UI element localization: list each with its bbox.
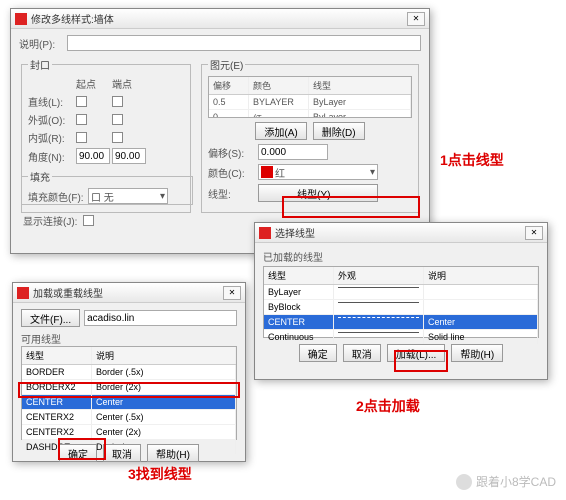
load-button[interactable]: 加载(L)... bbox=[387, 344, 446, 362]
outer-start-check[interactable] bbox=[76, 114, 87, 125]
lt-row[interactable]: ContinuousSolid line bbox=[264, 330, 538, 345]
add-button[interactable]: 添加(A) bbox=[255, 122, 306, 140]
lt-row[interactable]: ByBlock bbox=[264, 300, 538, 315]
ok-button[interactable]: 确定 bbox=[299, 344, 337, 362]
lt-row[interactable]: BORDERBorder (.5x) bbox=[22, 365, 236, 380]
elem-row[interactable]: 0.5 BYLAYER ByLayer bbox=[209, 95, 411, 110]
watermark: 跟着小8学CAD bbox=[456, 473, 556, 490]
filename-input[interactable] bbox=[84, 310, 237, 326]
dlg2-title: 选择线型 bbox=[275, 225, 523, 240]
col-end: 端点 bbox=[112, 76, 148, 91]
color-label: 颜色(C): bbox=[208, 165, 258, 180]
avail-label: 可用线型 bbox=[21, 331, 237, 346]
callout-1: 1点击线型 bbox=[440, 150, 504, 170]
row-outer: 外弧(O): bbox=[28, 112, 76, 127]
fillcolor-label: 填充颜色(F): bbox=[28, 189, 88, 204]
app-icon bbox=[259, 227, 271, 239]
desc-input[interactable] bbox=[67, 35, 421, 51]
cancel-button[interactable]: 取消 bbox=[103, 444, 141, 462]
cap-legend: 封口 bbox=[28, 57, 52, 72]
showjoin-label: 显示连接(J): bbox=[23, 213, 83, 228]
row-inner: 内弧(R): bbox=[28, 130, 76, 145]
help-button[interactable]: 帮助(H) bbox=[147, 444, 199, 462]
callout-3: 3找到线型 bbox=[128, 464, 192, 484]
hdr-offset: 偏移 bbox=[209, 77, 249, 94]
wechat-icon bbox=[456, 474, 472, 490]
callout-2: 2点击加载 bbox=[356, 396, 420, 416]
close-icon[interactable]: ✕ bbox=[223, 286, 241, 300]
offset-label: 偏移(S): bbox=[208, 145, 258, 160]
app-icon bbox=[15, 13, 27, 25]
row-angle: 角度(N): bbox=[28, 149, 76, 164]
lt-row[interactable]: CENTERX2Center (2x) bbox=[22, 425, 236, 440]
angle-start-input[interactable] bbox=[76, 148, 110, 164]
hdr-desc: 说明 bbox=[424, 267, 538, 284]
cancel-button[interactable]: 取消 bbox=[343, 344, 381, 362]
hdr-lt: 线型 bbox=[264, 267, 334, 284]
dlg1-title: 修改多线样式:墙体 bbox=[31, 11, 405, 26]
outer-end-check[interactable] bbox=[112, 114, 123, 125]
hdr-lt: 线型 bbox=[22, 347, 92, 364]
offset-input[interactable] bbox=[258, 144, 328, 160]
inner-end-check[interactable] bbox=[112, 132, 123, 143]
elem-row[interactable]: 0 红 ByLayer bbox=[209, 110, 411, 118]
app-icon bbox=[17, 287, 29, 299]
help-button[interactable]: 帮助(H) bbox=[451, 344, 503, 362]
fillcolor-select[interactable]: 口 无▾ bbox=[88, 188, 168, 204]
lt-row[interactable]: BORDERX2Border (2x) bbox=[22, 380, 236, 395]
fill-legend: 填充 bbox=[28, 169, 52, 184]
hdr-look: 外观 bbox=[334, 267, 424, 284]
file-button[interactable]: 文件(F)... bbox=[21, 309, 80, 327]
hdr-desc: 说明 bbox=[92, 347, 236, 364]
lt-label: 线型: bbox=[208, 186, 258, 201]
close-icon[interactable]: ✕ bbox=[525, 226, 543, 240]
ok-button[interactable]: 确定 bbox=[59, 444, 97, 462]
showjoin-check[interactable] bbox=[83, 215, 94, 226]
lt-row-selected[interactable]: CENTERCenter bbox=[264, 315, 538, 330]
col-start: 起点 bbox=[76, 76, 112, 91]
desc-label: 说明(P): bbox=[19, 36, 67, 51]
close-icon[interactable]: ✕ bbox=[407, 12, 425, 26]
lt-row[interactable]: CENTERX2Center (.5x) bbox=[22, 410, 236, 425]
dlg3-title: 加载或重载线型 bbox=[33, 285, 221, 300]
linetype-button[interactable]: 线型(Y)... bbox=[258, 184, 378, 202]
delete-button[interactable]: 删除(D) bbox=[313, 122, 365, 140]
color-select[interactable]: 红▾ bbox=[258, 164, 378, 180]
elem-legend: 图元(E) bbox=[208, 57, 245, 72]
loaded-label: 已加载的线型 bbox=[263, 249, 539, 264]
inner-start-check[interactable] bbox=[76, 132, 87, 143]
angle-end-input[interactable] bbox=[112, 148, 146, 164]
line-start-check[interactable] bbox=[76, 96, 87, 107]
line-end-check[interactable] bbox=[112, 96, 123, 107]
row-line: 直线(L): bbox=[28, 94, 76, 109]
hdr-lt: 线型 bbox=[309, 77, 411, 94]
hdr-color: 颜色 bbox=[249, 77, 309, 94]
lt-row-selected[interactable]: CENTERCenter bbox=[22, 395, 236, 410]
lt-row[interactable]: ByLayer bbox=[264, 285, 538, 300]
